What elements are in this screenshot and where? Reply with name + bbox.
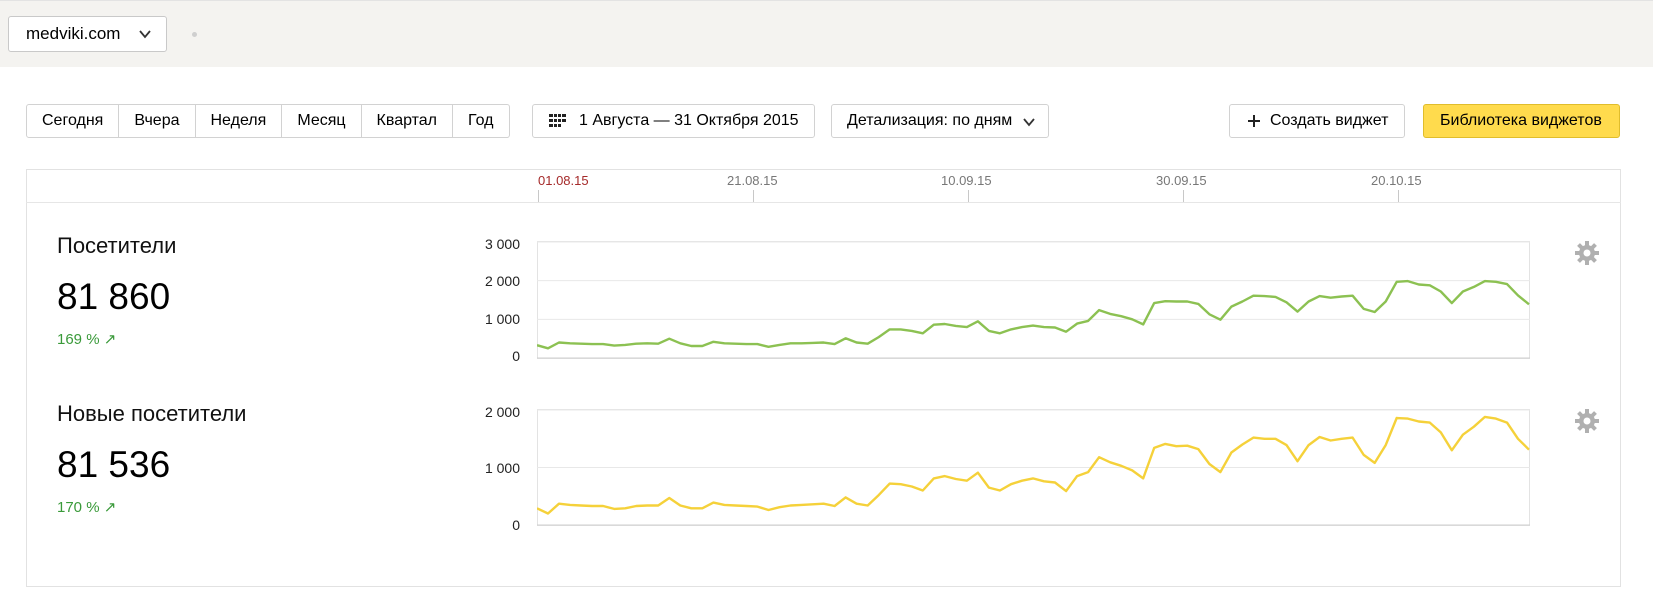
visitors-title: Посетители: [57, 233, 177, 258]
visitors-chart: [537, 241, 1530, 359]
timeline-divider: [26, 202, 1621, 203]
create-widget-label: Создать виджет: [1270, 112, 1389, 129]
new-visitors-value: 81 536: [57, 444, 171, 485]
period-month-button[interactable]: Месяц: [281, 105, 360, 137]
create-widget-button[interactable]: Создать виджет: [1229, 104, 1405, 138]
chevron-down-icon: [1023, 118, 1035, 127]
timeline-date: 30.09.15: [1156, 173, 1207, 188]
new-visitors-growth: 170 % ↗: [57, 499, 117, 516]
detail-dropdown[interactable]: Детализация: по дням: [831, 104, 1049, 138]
timeline-tick: [753, 190, 754, 202]
y-tick-label: 1 000: [484, 460, 520, 476]
top-bar: medviki.com: [0, 0, 1653, 67]
date-range-button[interactable]: 1 Августа — 31 Октября 2015: [532, 104, 815, 138]
timeline-date: 20.10.15: [1371, 173, 1422, 188]
plus-icon: [1248, 115, 1260, 127]
settings-gear-icon[interactable]: [1574, 240, 1600, 266]
timeline-tick: [968, 190, 969, 202]
visitors-value: 81 860: [57, 276, 171, 317]
y-tick-label: 0: [512, 517, 520, 533]
calendar-grid-icon: [549, 114, 566, 127]
period-week-button[interactable]: Неделя: [194, 105, 282, 137]
y-tick-label: 3 000: [484, 236, 520, 252]
series-line: [537, 279, 1530, 350]
status-dot: [192, 32, 197, 37]
widget-library-label: Библиотека виджетов: [1440, 112, 1602, 129]
series-line: [537, 415, 1530, 515]
widget-library-button[interactable]: Библиотека виджетов: [1423, 104, 1620, 138]
period-yesterday-button[interactable]: Вчера: [118, 105, 194, 137]
detail-label: Детализация: по дням: [847, 112, 1013, 129]
y-tick-label: 2 000: [484, 273, 520, 289]
timeline-date: 01.08.15: [538, 173, 589, 188]
period-year-button[interactable]: Год: [452, 105, 508, 137]
visitors-growth: 169 % ↗: [57, 331, 117, 348]
timeline-tick: [1183, 190, 1184, 202]
new-visitors-title: Новые посетители: [57, 401, 247, 426]
period-quarter-button[interactable]: Квартал: [360, 105, 452, 137]
site-name: medviki.com: [26, 24, 121, 43]
plot-frame: [537, 241, 1530, 359]
new-visitors-chart: [537, 409, 1530, 526]
period-selector: Сегодня Вчера Неделя Месяц Квартал Год: [26, 104, 510, 138]
y-tick-label: 0: [512, 348, 520, 364]
timeline-tick: [538, 190, 539, 202]
settings-gear-icon[interactable]: [1574, 408, 1600, 434]
timeline-date: 21.08.15: [727, 173, 778, 188]
timeline-tick: [1398, 190, 1399, 202]
y-tick-label: 2 000: [484, 404, 520, 420]
timeline-date: 10.09.15: [941, 173, 992, 188]
date-range-label: 1 Августа — 31 Октября 2015: [579, 112, 799, 129]
period-today-button[interactable]: Сегодня: [27, 105, 118, 137]
chevron-down-icon: [139, 30, 151, 39]
site-selector[interactable]: medviki.com: [8, 16, 167, 52]
y-tick-label: 1 000: [484, 311, 520, 327]
